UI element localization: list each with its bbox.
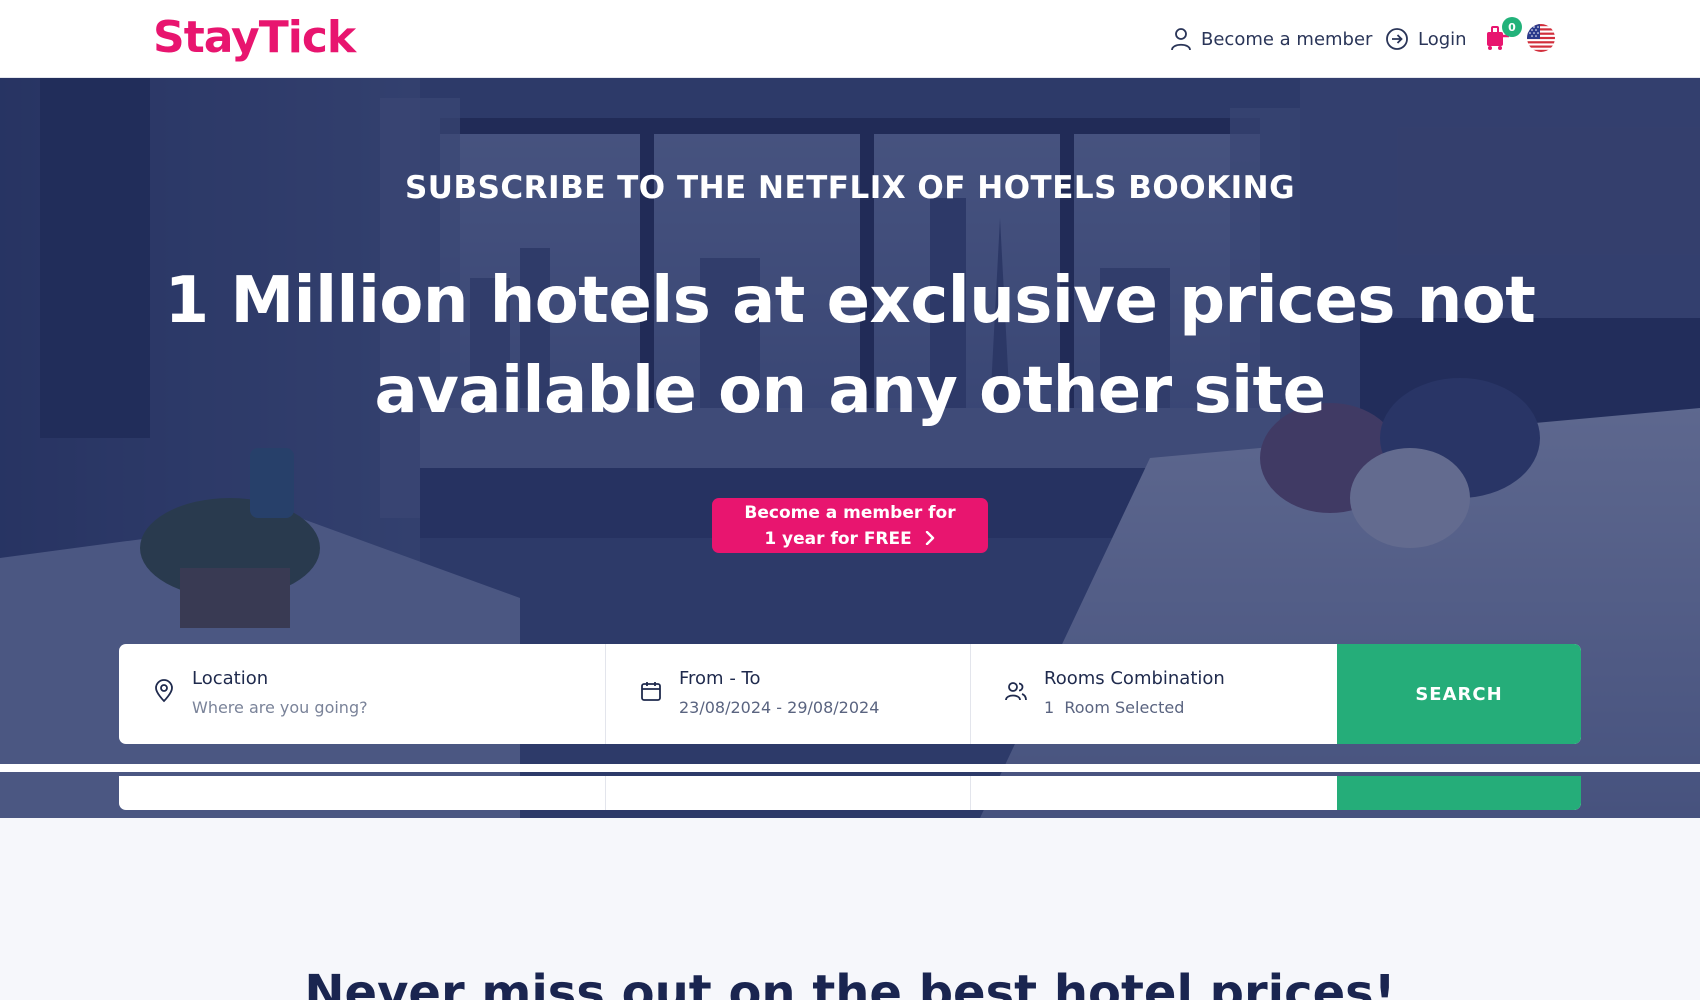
- login-arrow-icon: [1386, 28, 1408, 50]
- login-link[interactable]: Login: [1385, 24, 1467, 54]
- date-range-label: From - To: [679, 668, 761, 689]
- become-member-free-button[interactable]: Become a member for 1 year for FREE: [712, 498, 988, 553]
- site-header: StayTick Become a member Login 0: [0, 0, 1700, 78]
- divider-strip: [0, 764, 1700, 772]
- search-bar-shadow-duplicate: [119, 776, 1581, 810]
- users-icon: [1005, 682, 1027, 701]
- login-label: Login: [1418, 28, 1467, 50]
- us-flag-icon: [1527, 24, 1555, 52]
- cta-line-2: 1 year for FREE: [712, 526, 988, 552]
- date-range-value: 23/08/2024 - 29/08/2024: [679, 698, 880, 717]
- ghost-segment: [1337, 776, 1581, 810]
- cta-line-2-text: 1 year for FREE: [764, 529, 912, 549]
- cta-line-1: Become a member for: [744, 503, 956, 523]
- chevron-right-icon: [925, 530, 934, 546]
- hero-headline: 1 Million hotels at exclusive prices not…: [164, 264, 1536, 428]
- date-range-field[interactable]: From - To 23/08/2024 - 29/08/2024: [606, 644, 971, 744]
- ghost-segment: [119, 776, 606, 810]
- language-selector[interactable]: [1527, 24, 1555, 52]
- cart-count-badge: 0: [1502, 17, 1522, 37]
- cart-button[interactable]: 0: [1482, 17, 1522, 56]
- location-label: Location: [192, 668, 269, 689]
- hero-subtitle: SUBSCRIBE TO THE NETFLIX OF HOTELS BOOKI…: [404, 170, 1296, 206]
- staytick-logo[interactable]: StayTick: [153, 12, 356, 64]
- location-field[interactable]: Location Where are you going?: [119, 644, 606, 744]
- ghost-segment: [971, 776, 1337, 810]
- user-icon: [1171, 28, 1191, 51]
- calendar-icon: [641, 682, 661, 701]
- section-title: Never miss out on the best hotel prices!: [304, 965, 1396, 1000]
- rooms-label: Rooms Combination: [1044, 668, 1225, 689]
- ghost-segment: [606, 776, 971, 810]
- rooms-value: 1 Room Selected: [1044, 698, 1185, 717]
- location-placeholder: Where are you going?: [192, 698, 368, 717]
- become-member-link[interactable]: Become a member: [1170, 24, 1372, 54]
- hotel-search-bar: Location Where are you going? From - To …: [119, 644, 1581, 744]
- rooms-field[interactable]: Rooms Combination 1 Room Selected: [971, 644, 1337, 744]
- search-button[interactable]: SEARCH: [1337, 644, 1581, 744]
- become-member-label: Become a member: [1201, 28, 1373, 50]
- map-pin-icon: [155, 679, 173, 703]
- hero-section: SUBSCRIBE TO THE NETFLIX OF HOTELS BOOKI…: [0, 78, 1700, 818]
